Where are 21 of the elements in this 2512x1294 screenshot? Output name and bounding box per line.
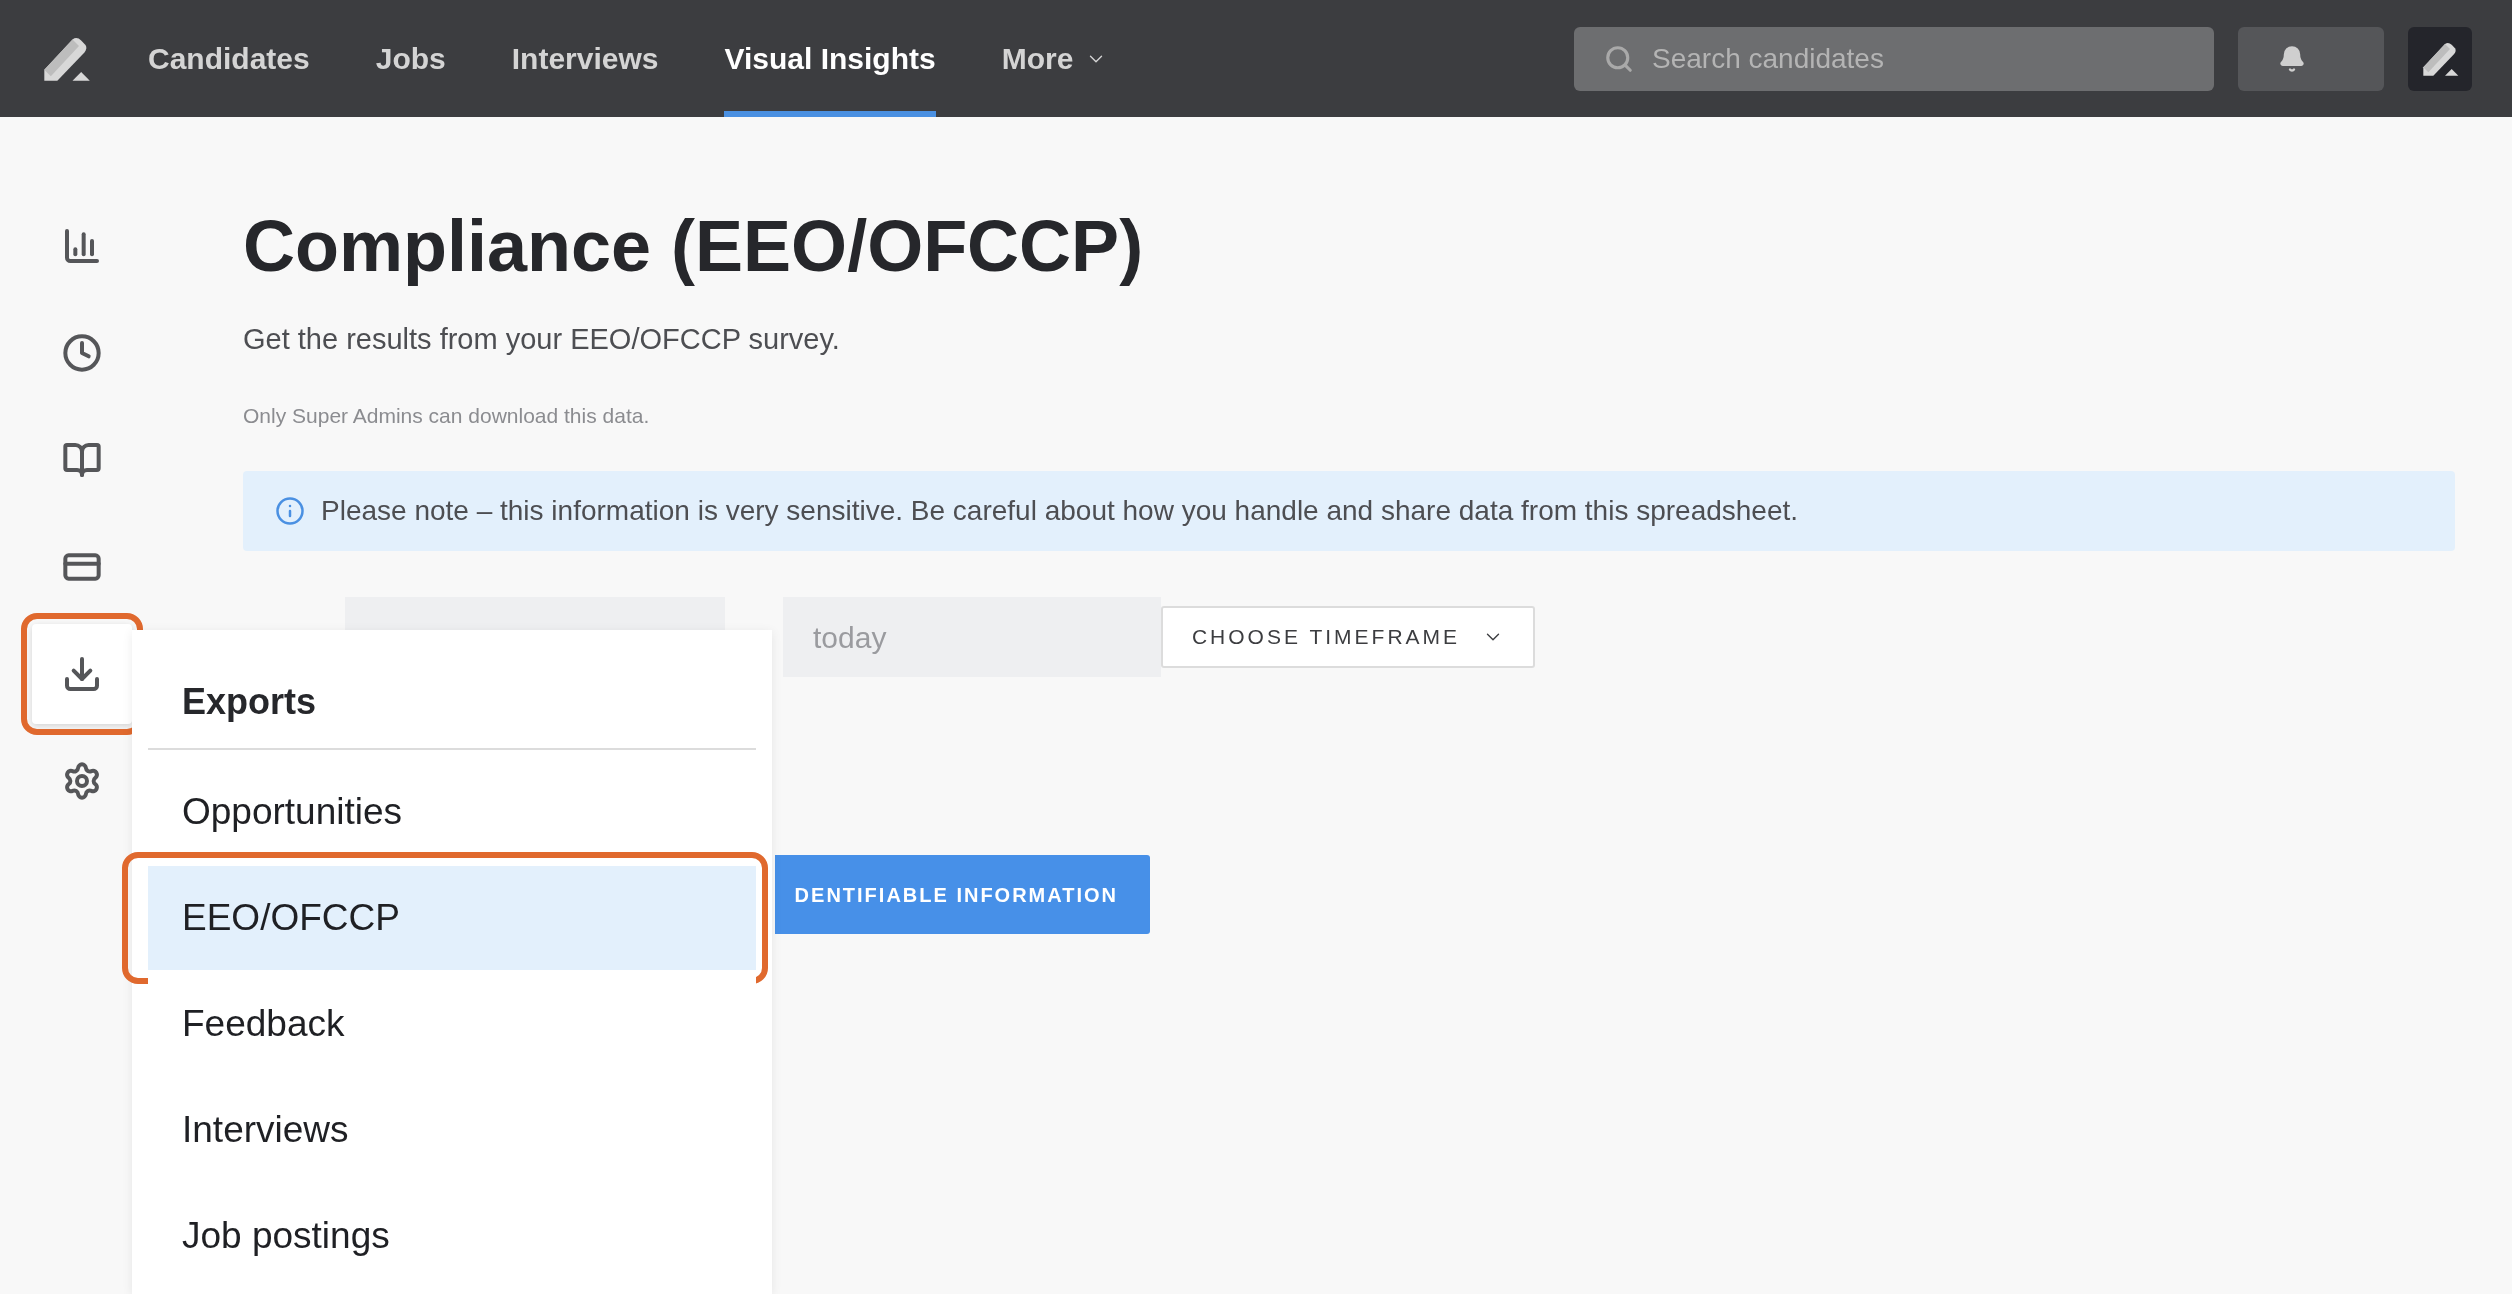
menu-item[interactable]: EEO/OFCCP <box>148 866 756 970</box>
page-subtitle: Get the results from your EEO/OFCCP survey. <box>243 322 840 357</box>
nav-link[interactable]: Interviews <box>511 0 659 117</box>
nav-link[interactable]: Visual Insights <box>724 0 936 117</box>
profile-button[interactable] <box>2408 26 2472 91</box>
search-field[interactable]: Search candidates <box>1574 26 2214 91</box>
search-icon <box>1604 43 1634 74</box>
timeframe-dropdown[interactable]: CHOOSE TIMEFRAME <box>1161 606 1535 668</box>
clock-icon <box>62 332 102 373</box>
info-icon <box>275 496 305 526</box>
permission-note: Only Super Admins can download this data. <box>243 402 650 429</box>
sidebar-button[interactable] <box>32 623 132 724</box>
page-title: Compliance (EEO/OFCCP) <box>243 206 1144 286</box>
settings-icon <box>62 760 102 801</box>
notice-text: Please note – this information is very sensitive. Be careful about how you handle and share data from this spreadsheet. <box>321 494 1799 528</box>
menu-title: Exports <box>148 630 756 750</box>
nav-link[interactable]: Jobs <box>375 0 446 117</box>
nav-link[interactable]: Candidates <box>148 0 310 117</box>
notifications-button[interactable] <box>2238 26 2384 91</box>
more-menu[interactable]: More <box>1001 0 1108 117</box>
bell-icon <box>2278 44 2306 73</box>
